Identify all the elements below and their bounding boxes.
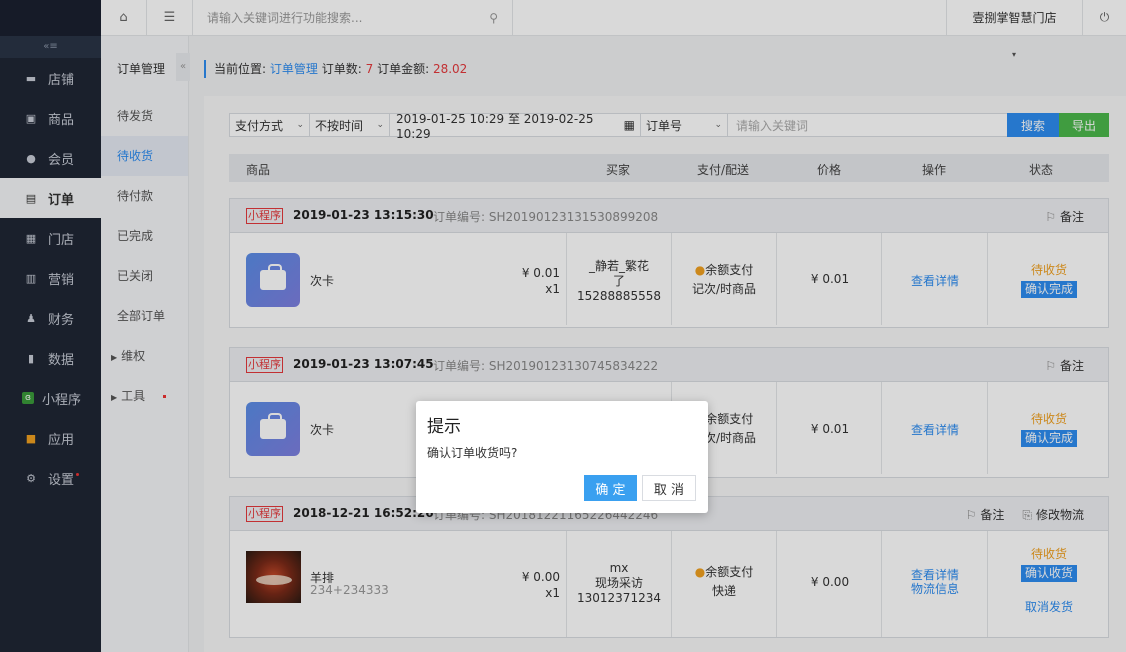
confirm-dialog: 提示 确认订单收货吗? 确 定 取 消 bbox=[416, 401, 708, 513]
modal-overlay[interactable] bbox=[0, 0, 1126, 652]
ok-button[interactable]: 确 定 bbox=[584, 475, 637, 501]
dialog-title: 提示 bbox=[427, 417, 461, 437]
dialog-message: 确认订单收货吗? bbox=[427, 446, 518, 460]
cancel-button[interactable]: 取 消 bbox=[642, 475, 696, 501]
